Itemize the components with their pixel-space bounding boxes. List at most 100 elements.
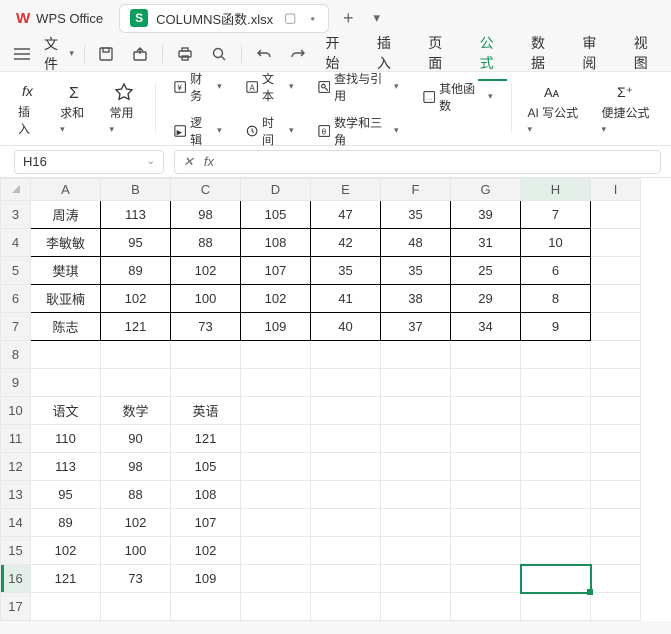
cell[interactable]: 39 xyxy=(451,201,521,229)
cell[interactable] xyxy=(241,481,311,509)
document-tab[interactable]: S COLUMNS函数.xlsx ▢ • xyxy=(119,4,329,33)
spreadsheet-grid[interactable]: ABCDEFGHI3周涛1139810547353974李敏敏958810842… xyxy=(0,178,671,621)
cell[interactable]: 88 xyxy=(101,481,171,509)
cell[interactable] xyxy=(171,593,241,621)
cell[interactable] xyxy=(521,593,591,621)
row-header[interactable]: 17 xyxy=(1,593,31,621)
cell[interactable]: 98 xyxy=(171,201,241,229)
cell[interactable]: 121 xyxy=(31,565,101,593)
cell[interactable]: 41 xyxy=(311,285,381,313)
tab-page[interactable]: 页面 xyxy=(426,27,455,81)
fx-icon[interactable]: fx xyxy=(204,154,214,169)
cell[interactable]: 34 xyxy=(451,313,521,341)
cell[interactable]: 38 xyxy=(381,285,451,313)
cell[interactable] xyxy=(381,397,451,425)
column-header[interactable]: E xyxy=(311,179,381,201)
cell[interactable] xyxy=(591,229,641,257)
finance-button[interactable]: ¥财务▾ xyxy=(170,68,226,106)
cell[interactable]: 25 xyxy=(451,257,521,285)
row-header[interactable]: 8 xyxy=(1,341,31,369)
cell[interactable] xyxy=(521,537,591,565)
cell[interactable] xyxy=(521,369,591,397)
column-header[interactable]: A xyxy=(31,179,101,201)
column-header[interactable]: D xyxy=(241,179,311,201)
cell[interactable]: 110 xyxy=(31,425,101,453)
cell[interactable] xyxy=(381,481,451,509)
cell[interactable] xyxy=(591,201,641,229)
cell[interactable]: 73 xyxy=(101,565,171,593)
cell[interactable] xyxy=(591,397,641,425)
cell[interactable]: 105 xyxy=(241,201,311,229)
cell[interactable] xyxy=(591,425,641,453)
cell[interactable]: 102 xyxy=(31,537,101,565)
cell[interactable]: 109 xyxy=(241,313,311,341)
cell[interactable] xyxy=(591,481,641,509)
cell[interactable]: 48 xyxy=(381,229,451,257)
cell[interactable] xyxy=(591,257,641,285)
cell[interactable] xyxy=(31,369,101,397)
formula-bar[interactable]: ✕ fx xyxy=(174,150,661,174)
cell[interactable]: 113 xyxy=(31,453,101,481)
tab-view[interactable]: 视图 xyxy=(632,27,661,81)
cell[interactable]: 7 xyxy=(521,201,591,229)
tab-close-icon[interactable]: • xyxy=(307,11,318,26)
column-header[interactable]: I xyxy=(591,179,641,201)
text-button[interactable]: A文本▾ xyxy=(242,68,298,106)
cell[interactable]: 47 xyxy=(311,201,381,229)
common-button[interactable]: 常用 ▾ xyxy=(102,78,147,139)
cell[interactable] xyxy=(521,425,591,453)
cell[interactable] xyxy=(451,565,521,593)
cell[interactable] xyxy=(591,537,641,565)
cell[interactable] xyxy=(591,565,641,593)
cell[interactable] xyxy=(241,369,311,397)
cell[interactable] xyxy=(591,593,641,621)
cell[interactable] xyxy=(241,537,311,565)
fill-handle[interactable] xyxy=(587,589,593,595)
cell[interactable] xyxy=(171,341,241,369)
cell[interactable] xyxy=(101,593,171,621)
cell[interactable] xyxy=(241,397,311,425)
cell[interactable]: 樊琪 xyxy=(31,257,101,285)
row-header[interactable]: 12 xyxy=(1,453,31,481)
cell[interactable]: 89 xyxy=(31,509,101,537)
print-icon[interactable] xyxy=(173,42,197,66)
cell[interactable]: 108 xyxy=(171,481,241,509)
row-header[interactable]: 10 xyxy=(1,397,31,425)
menu-icon[interactable] xyxy=(10,44,34,64)
cell[interactable] xyxy=(521,453,591,481)
save-icon[interactable] xyxy=(94,42,118,66)
cell[interactable]: 35 xyxy=(381,201,451,229)
cell[interactable] xyxy=(381,369,451,397)
cell[interactable]: 31 xyxy=(451,229,521,257)
cell[interactable]: 语文 xyxy=(31,397,101,425)
datetime-button[interactable]: 时间▾ xyxy=(242,112,298,150)
cell[interactable] xyxy=(451,509,521,537)
cell[interactable]: 数学 xyxy=(101,397,171,425)
cell[interactable]: 121 xyxy=(101,313,171,341)
cell[interactable]: 88 xyxy=(171,229,241,257)
cell[interactable]: 周涛 xyxy=(31,201,101,229)
row-header[interactable]: 9 xyxy=(1,369,31,397)
cell[interactable] xyxy=(451,453,521,481)
cell[interactable]: 42 xyxy=(311,229,381,257)
cell[interactable] xyxy=(101,369,171,397)
cell[interactable] xyxy=(381,341,451,369)
lookup-button[interactable]: 查找与引用▾ xyxy=(314,68,403,106)
cell[interactable] xyxy=(241,425,311,453)
cell[interactable]: 105 xyxy=(171,453,241,481)
cell[interactable]: 29 xyxy=(451,285,521,313)
cell[interactable]: 100 xyxy=(171,285,241,313)
cell[interactable]: 英语 xyxy=(171,397,241,425)
cell[interactable] xyxy=(381,593,451,621)
cell[interactable] xyxy=(241,341,311,369)
cell[interactable]: 9 xyxy=(521,313,591,341)
cell[interactable]: 113 xyxy=(101,201,171,229)
cell[interactable]: 95 xyxy=(31,481,101,509)
undo-icon[interactable] xyxy=(252,42,276,66)
cell[interactable] xyxy=(241,565,311,593)
export-icon[interactable] xyxy=(128,42,152,66)
cell[interactable]: 102 xyxy=(171,257,241,285)
logic-button[interactable]: ▶逻辑▾ xyxy=(170,112,226,150)
row-header[interactable]: 15 xyxy=(1,537,31,565)
cell[interactable]: 37 xyxy=(381,313,451,341)
